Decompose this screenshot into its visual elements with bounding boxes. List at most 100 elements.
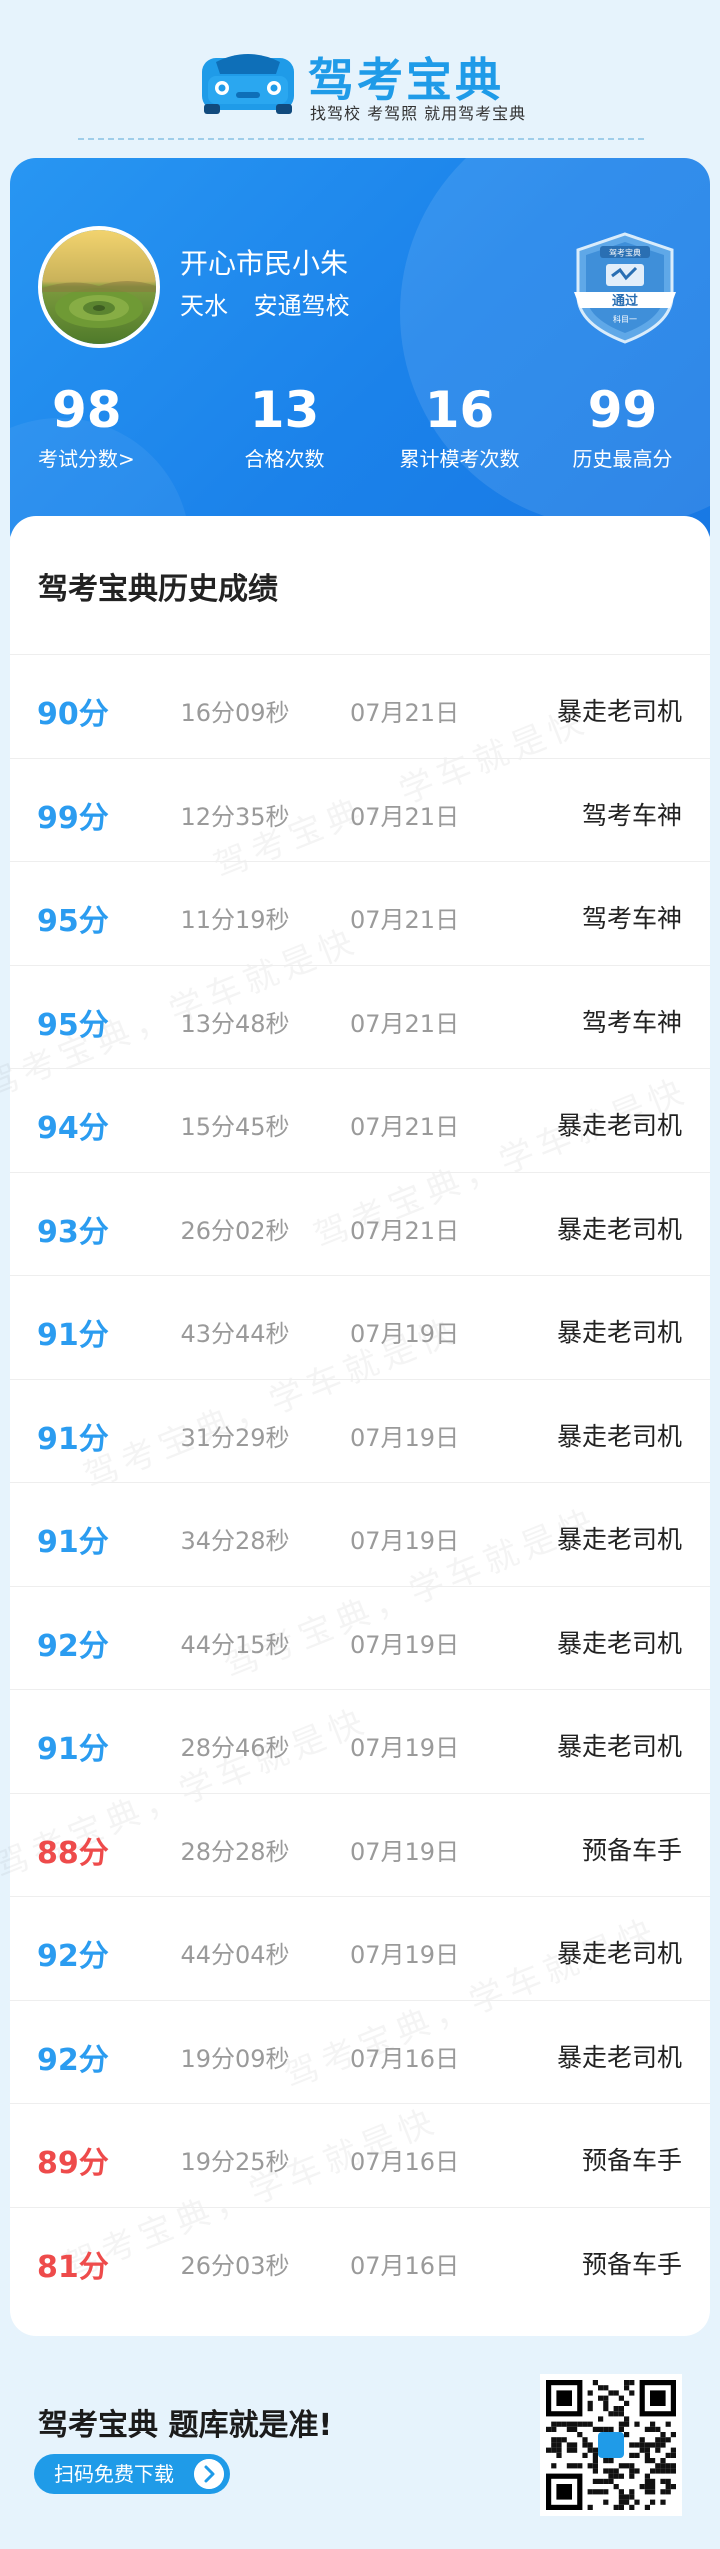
duration-value: 15分45秒 — [180, 1113, 290, 1141]
table-row: 91分 31分29秒 07月19日 暴走老司机 — [10, 1378, 710, 1483]
score-value: 88分 — [37, 1835, 109, 1871]
rank-title: 暴走老司机 — [556, 1111, 682, 1140]
date-value: 07月19日 — [350, 1734, 460, 1762]
stat-label: 合格次数 — [244, 447, 325, 471]
download-label: 扫码免费下载 — [54, 2462, 174, 2486]
history-list: 90分 16分09秒 07月21日 暴走老司机 99分 12分35秒 07月21日 驾考车神 9… — [10, 654, 710, 2310]
qr-code-icon[interactable] — [540, 2374, 682, 2516]
duration-value: 26分03秒 — [180, 2251, 290, 2280]
chevron-right-icon — [194, 2459, 224, 2489]
header-divider — [78, 138, 644, 140]
footer: 驾考宝典 题库就是准! 扫码免费下载 — [0, 2340, 720, 2549]
score-value: 91分 — [37, 1318, 109, 1353]
rank-title: 暴走老司机 — [556, 2042, 682, 2072]
duration-value: 19分25秒 — [180, 2148, 290, 2176]
date-value: 07月21日 — [350, 1009, 460, 1038]
table-row: 91分 43分44秒 07月19日 暴走老司机 — [10, 1275, 710, 1379]
table-row: 99分 12分35秒 07月21日 驾考车神 — [10, 757, 710, 862]
score-value: 93分 — [37, 1214, 109, 1250]
score-value: 92分 — [37, 1939, 109, 1974]
stat-label: 考试分数> — [38, 447, 135, 471]
duration-value: 28分46秒 — [180, 1734, 290, 1762]
rank-title: 预备车手 — [581, 2249, 682, 2279]
rank-title: 预备车手 — [581, 1835, 682, 1865]
badge-subject: 科目一 — [613, 314, 637, 324]
user-name: 开心市民小朱 — [180, 247, 349, 280]
date-value: 07月19日 — [350, 1941, 460, 1969]
date-value: 07月19日 — [350, 1423, 460, 1452]
rank-title: 暴走老司机 — [556, 1732, 682, 1761]
stat-label: 累计模考次数 — [399, 447, 520, 471]
rank-title: 驾考车神 — [581, 800, 682, 830]
date-value: 07月21日 — [350, 906, 460, 934]
score-value: 91分 — [37, 1525, 109, 1560]
table-row: 93分 26分02秒 07月21日 暴走老司机 — [10, 1171, 710, 1276]
table-row: 91分 34分28秒 07月19日 暴走老司机 — [10, 1482, 710, 1586]
table-row: 81分 26分03秒 07月16日 预备车手 — [10, 2206, 710, 2311]
duration-value: 13分48秒 — [180, 1009, 290, 1038]
avatar[interactable] — [38, 226, 160, 348]
rank-title: 暴走老司机 — [556, 1628, 682, 1658]
score-value: 90分 — [37, 697, 109, 732]
stats-bar: 98 考试分数> 13 合格次数 16 累计模考次数 99 历史最高分 — [10, 380, 710, 480]
table-row: 91分 28分46秒 07月19日 暴走老司机 — [10, 1689, 710, 1793]
badge-label: 通过 — [612, 293, 638, 309]
table-row: 94分 15分45秒 07月21日 暴走老司机 — [10, 1068, 710, 1172]
score-value: 91分 — [37, 1421, 109, 1457]
date-value: 07月21日 — [350, 1113, 460, 1141]
score-value: 92分 — [37, 1628, 109, 1664]
profile-card: 开心市民小朱 天水 安通驾校 驾考宝典 通过 科目一 98 考试分数> 13 合… — [10, 158, 710, 558]
table-row: 95分 13分48秒 07月21日 驾考车神 — [10, 964, 710, 1069]
rank-title: 预备车手 — [581, 2146, 682, 2175]
date-value: 07月19日 — [350, 1837, 460, 1866]
date-value: 07月16日 — [350, 2251, 460, 2280]
date-value: 07月21日 — [350, 802, 460, 831]
duration-value: 28分28秒 — [180, 1837, 290, 1866]
table-row: 92分 44分15秒 07月19日 暴走老司机 — [10, 1585, 710, 1690]
rank-title: 驾考车神 — [581, 1007, 682, 1037]
duration-value: 26分02秒 — [180, 1216, 290, 1245]
stat-value: 98 — [52, 381, 122, 439]
stat-mock-count: 16 累计模考次数 — [372, 380, 547, 474]
history-title: 驾考宝典历史成绩 — [38, 572, 278, 607]
rank-title: 暴走老司机 — [556, 1939, 682, 1968]
badge-brand: 驾考宝典 — [609, 248, 641, 258]
date-value: 07月19日 — [350, 1630, 460, 1659]
rank-title: 暴走老司机 — [556, 1214, 682, 1244]
stat-pass-count: 13 合格次数 — [197, 380, 372, 474]
duration-value: 19分09秒 — [180, 2044, 290, 2073]
score-value: 95分 — [37, 1007, 109, 1043]
date-value: 07月16日 — [350, 2148, 460, 2176]
duration-value: 34分28秒 — [180, 1527, 290, 1555]
stat-exam-score[interactable]: 98 考试分数> — [38, 380, 198, 474]
download-button[interactable]: 扫码免费下载 — [34, 2454, 230, 2494]
date-value: 07月19日 — [350, 1527, 460, 1555]
car-logo-icon — [202, 54, 294, 114]
score-value: 89分 — [37, 2146, 109, 2181]
date-value: 07月16日 — [350, 2044, 460, 2073]
pass-badge-icon: 驾考宝典 通过 科目一 — [574, 232, 676, 344]
score-value: 94分 — [37, 1111, 109, 1146]
score-value: 81分 — [37, 2249, 109, 2285]
rank-title: 暴走老司机 — [556, 1421, 682, 1451]
table-row: 92分 19分09秒 07月16日 暴走老司机 — [10, 1999, 710, 2104]
rank-title: 暴走老司机 — [556, 1525, 682, 1554]
duration-value: 11分19秒 — [180, 906, 290, 934]
table-row: 89分 19分25秒 07月16日 预备车手 — [10, 2103, 710, 2207]
user-city: 天水 — [180, 292, 228, 320]
table-row: 88分 28分28秒 07月19日 预备车手 — [10, 1792, 710, 1897]
table-row: 92分 44分04秒 07月19日 暴走老司机 — [10, 1896, 710, 2000]
brand-slogan: 找驾校 考驾照 就用驾考宝典 — [310, 104, 527, 123]
score-value: 99分 — [37, 800, 109, 836]
rank-title: 驾考车神 — [581, 904, 682, 933]
rank-title: 暴走老司机 — [556, 1318, 682, 1347]
table-row: 95分 11分19秒 07月21日 驾考车神 — [10, 861, 710, 965]
duration-value: 31分29秒 — [180, 1423, 290, 1452]
table-row: 90分 16分09秒 07月21日 暴走老司机 — [10, 654, 710, 758]
duration-value: 44分15秒 — [180, 1630, 290, 1659]
duration-value: 16分09秒 — [180, 699, 290, 727]
user-location: 天水 安通驾校 — [180, 286, 350, 321]
footer-tagline: 驾考宝典 题库就是准! — [38, 2408, 333, 2443]
avatar-image — [42, 230, 156, 344]
stat-label: 历史最高分 — [572, 447, 673, 471]
